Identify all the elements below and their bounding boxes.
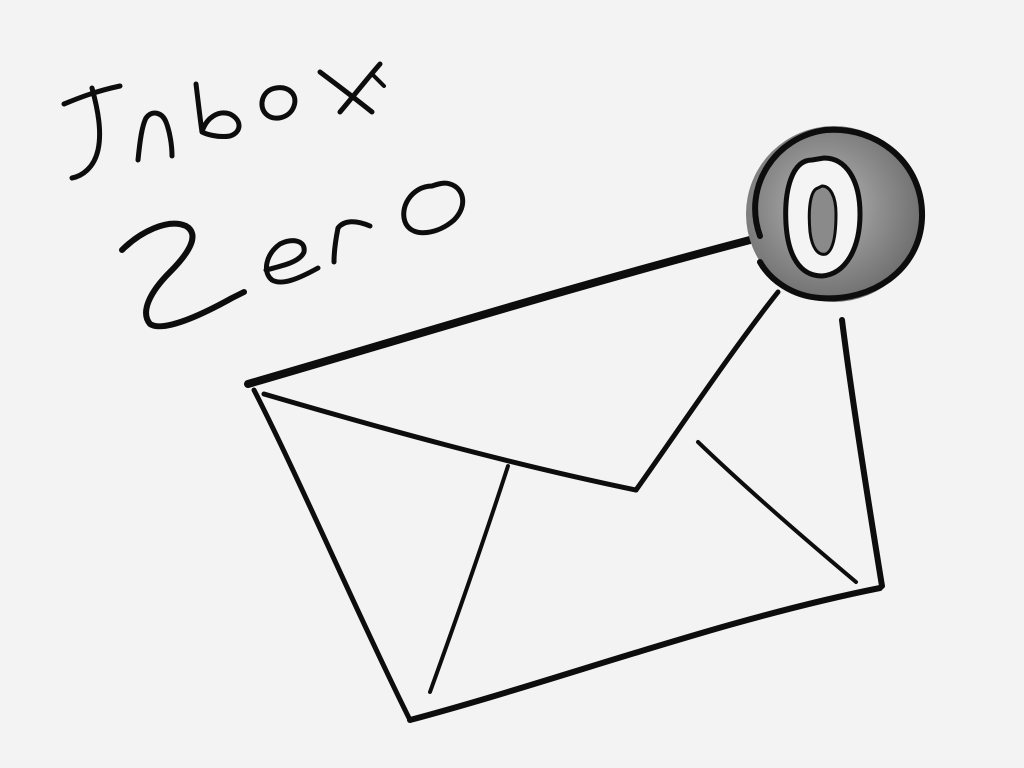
envelope-right-edge: [839, 317, 885, 589]
sketch-canvas: Inbox Zero 0: [0, 0, 1024, 768]
handwritten-zero: [119, 180, 466, 330]
badge-digit-zero-hole: [807, 184, 838, 256]
inbox-x-tail: [370, 72, 386, 88]
envelope-icon: [244, 236, 885, 723]
envelope-inner-fold-left: [428, 464, 510, 694]
envelope-inner-fold-right: [696, 440, 858, 584]
notification-badge-icon: [746, 126, 926, 302]
envelope-top-edge: [244, 236, 754, 388]
envelope-bottom-edge: [407, 585, 883, 723]
envelope-flap-left: [261, 391, 639, 493]
zero-r: [331, 219, 373, 265]
sketch-drawing: [61, 61, 926, 723]
inbox-o: [259, 85, 298, 121]
zero-o: [401, 180, 466, 236]
inbox-n: [135, 110, 175, 163]
zero-e: [263, 238, 321, 285]
handwritten-inbox: [61, 61, 386, 181]
envelope-left-edge: [251, 387, 413, 723]
inbox-b: [193, 81, 242, 139]
zero-z: [119, 220, 247, 330]
envelope-flap-right: [633, 289, 781, 493]
